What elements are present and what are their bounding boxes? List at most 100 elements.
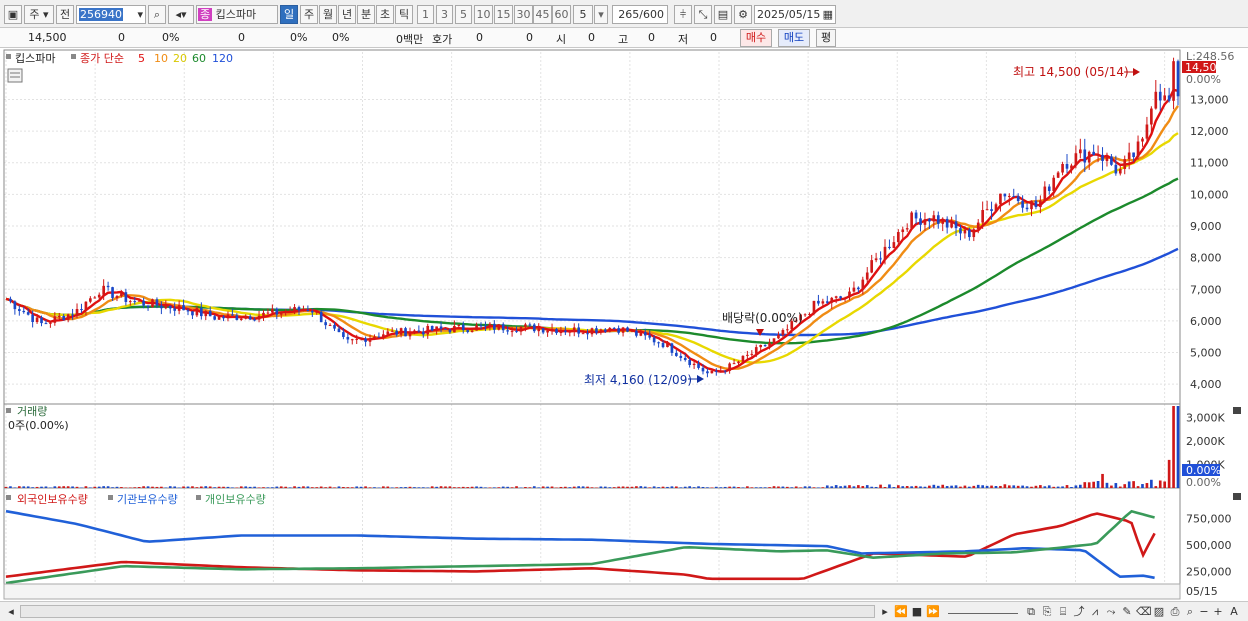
save-icon[interactable]: ▤	[714, 5, 732, 24]
trend-icon[interactable]: ⤴	[1072, 604, 1086, 619]
candle-body	[488, 323, 492, 326]
eval-button[interactable]: 평	[816, 29, 836, 47]
period-second[interactable]: 초	[376, 5, 394, 24]
forward-icon[interactable]: ⏩	[926, 604, 940, 619]
buy-button[interactable]: 매수	[740, 29, 772, 47]
search-icon[interactable]: ⌕	[148, 5, 166, 24]
volume-bar	[679, 487, 683, 488]
period-month[interactable]: 월	[319, 5, 337, 24]
price-y-tick: 9,000	[1190, 220, 1222, 233]
channel-icon[interactable]: ⤳	[1104, 604, 1118, 619]
volume-bar	[1127, 481, 1131, 488]
interval-5[interactable]: 5	[455, 5, 472, 24]
candle-body	[746, 354, 749, 356]
volume-bar	[639, 486, 643, 488]
eraser-icon[interactable]: ⌫	[1136, 604, 1152, 619]
speaker-icon[interactable]: ◂▾	[168, 5, 194, 24]
interval-3[interactable]: 3	[436, 5, 453, 24]
ma-period-20: 20	[173, 52, 187, 65]
calendar-icon[interactable]: ▦	[823, 6, 833, 23]
volume-bar	[821, 487, 825, 488]
draw-tool-icon[interactable]: ⤡	[694, 5, 712, 24]
volume-bar	[186, 486, 190, 488]
period-year[interactable]: 년	[338, 5, 356, 24]
volume-bar	[231, 487, 234, 488]
zoom-search-icon[interactable]: ⌕	[1183, 604, 1197, 619]
scroll-left-icon[interactable]: ◂	[4, 604, 18, 619]
zoom-in-icon[interactable]: +	[1212, 604, 1224, 619]
interval-10[interactable]: 10	[474, 5, 493, 24]
candle-body	[670, 343, 674, 353]
period-week[interactable]: 주	[300, 5, 318, 24]
volume-bar	[648, 487, 652, 488]
volume-bar	[137, 487, 141, 488]
candle-body	[80, 309, 83, 311]
quote-hoga-v2: 0	[526, 31, 533, 44]
period-day[interactable]: 일	[280, 5, 298, 24]
interval-input[interactable]: 5	[573, 5, 593, 24]
prev-button[interactable]: 전	[56, 5, 74, 24]
volume-panel-close-icon[interactable]	[1233, 407, 1241, 414]
volume-bar	[772, 486, 776, 488]
indicator-add-icon[interactable]: ⌸	[1056, 604, 1070, 619]
layout-icon[interactable]: ▣	[4, 5, 22, 24]
period-minute[interactable]: 분	[357, 5, 375, 24]
volume-bar	[319, 486, 323, 488]
interval-30[interactable]: 30	[514, 5, 533, 24]
interval-dropdown-icon[interactable]: ▾	[594, 5, 608, 24]
holding-panel-close-icon[interactable]	[1233, 493, 1241, 500]
candle-body	[93, 297, 97, 299]
image-icon[interactable]: ▨	[1152, 604, 1166, 619]
volume-bar	[333, 487, 336, 488]
candle-body	[910, 212, 913, 229]
font-size-icon[interactable]: A	[1226, 604, 1242, 619]
candle-body	[950, 221, 953, 228]
candle-body	[239, 318, 243, 320]
interval-1[interactable]: 1	[417, 5, 434, 24]
horizontal-scrollbar[interactable]	[20, 605, 875, 618]
volume-bar	[31, 487, 34, 488]
scroll-right-icon[interactable]: ▸	[878, 604, 892, 619]
volume-bar	[253, 486, 256, 488]
pen-icon[interactable]: ✎	[1120, 604, 1134, 619]
stock-name-field[interactable]: 종 킵스파마	[196, 5, 278, 24]
zoom-out-icon[interactable]: −	[1198, 604, 1210, 619]
candle-body	[231, 314, 234, 316]
sell-button[interactable]: 매도	[778, 29, 810, 47]
rewind-icon[interactable]: ⏪	[894, 604, 908, 619]
candle-body	[572, 327, 576, 332]
candle-body	[732, 363, 736, 365]
count-field[interactable]: 265/600	[612, 5, 668, 24]
volume-bar	[963, 485, 967, 488]
volume-bar	[9, 486, 12, 488]
interval-45[interactable]: 45	[533, 5, 552, 24]
gear-icon[interactable]: ⚙	[734, 5, 752, 24]
volume-bar	[839, 486, 842, 488]
stock-code-input[interactable]: 256940 ▾	[76, 5, 146, 24]
date-field[interactable]: 2025/05/15 ▦	[754, 5, 836, 24]
ma-period-10: 10	[154, 52, 168, 65]
volume-bar	[368, 487, 372, 488]
copy-icon[interactable]: ⎘	[1040, 604, 1054, 619]
candle-body	[590, 328, 594, 335]
candle-body	[1030, 200, 1033, 210]
calculator-icon[interactable]	[7, 68, 23, 83]
candle-body	[1052, 177, 1056, 191]
indicator-icon[interactable]: ⫩	[674, 5, 692, 24]
candle-body	[857, 287, 860, 290]
zoom-slider[interactable]	[948, 604, 1018, 614]
interval-15[interactable]: 15	[494, 5, 513, 24]
stock-chart[interactable]: 13,000 12,000 11,000 10,000 9,000 8,000 7,000 6…	[0, 48, 1248, 602]
candle-body	[1070, 165, 1073, 169]
candle-body	[1065, 164, 1069, 169]
fibonacci-icon[interactable]: ⩘	[1088, 604, 1102, 619]
candle-body	[133, 301, 137, 303]
print-icon[interactable]: ⎙	[1168, 604, 1182, 619]
period-tick[interactable]: 틱	[395, 5, 413, 24]
candle-body	[288, 311, 292, 313]
stop-icon[interactable]: ■	[910, 604, 924, 619]
candle-body	[262, 312, 265, 316]
interval-60[interactable]: 60	[552, 5, 571, 24]
market-select[interactable]: 주 ▾	[24, 5, 54, 24]
layout-icon[interactable]: ⧉	[1024, 604, 1038, 619]
